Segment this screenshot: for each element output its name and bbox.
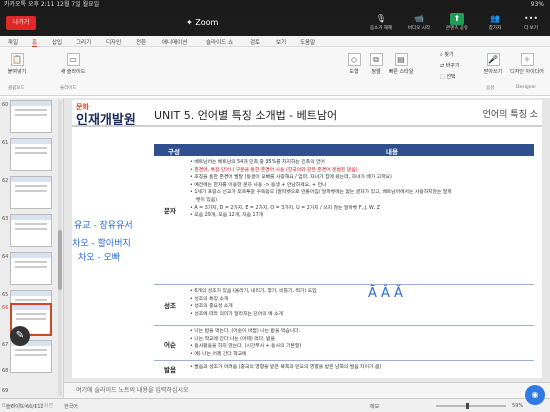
group-voice: 음성	[486, 86, 495, 91]
participants-icon: 👥	[490, 14, 500, 23]
row-label: 문자	[164, 207, 176, 215]
shapes-icon: ◇	[347, 53, 361, 66]
shapes-button[interactable]: ◇ 도형	[344, 53, 364, 75]
ink-accents: Ā Â Ă	[368, 286, 403, 301]
group-clipboard: 클립보드	[8, 86, 25, 91]
tab-help[interactable]: 도움말	[300, 38, 315, 46]
participants-button[interactable]: 👥 참가자	[478, 13, 512, 35]
microphone-icon: 🎤	[486, 53, 500, 66]
new-slide-button[interactable]: ▭ 새 슬라이드	[56, 53, 90, 75]
slide-thumbnail[interactable]	[10, 214, 52, 247]
tab-insert[interactable]: 삽입	[52, 38, 62, 46]
group-designer: Designer	[516, 85, 537, 90]
share-content-button[interactable]: ⬆ 콘텐츠 공유	[440, 13, 474, 35]
battery-level: 93%	[530, 1, 544, 8]
thumbnails-scrollbar[interactable]	[58, 100, 62, 396]
slide-thumbnail[interactable]	[10, 138, 52, 171]
tab-transitions[interactable]: 전환	[136, 38, 146, 46]
ribbon: 📋 붙여넣기 ▭ 새 슬라이드 ◇ 도형 ⧉ 정렬 ▤ 빠른 스타일 ⌕ 찾기 ⇄ 바꾸기…	[0, 47, 550, 96]
unmute-button[interactable]: 🎙 음소거 해제	[364, 13, 398, 35]
tab-home[interactable]: 홈	[32, 38, 38, 47]
screen-owner-label: Bizalk Teacher의 화면	[2, 403, 54, 409]
row-label: 발음	[164, 366, 176, 374]
pencil-icon[interactable]: ✎	[10, 326, 30, 346]
leave-button[interactable]: 나가기	[6, 16, 36, 30]
tab-view[interactable]: 보기	[276, 38, 286, 46]
ppt-status-bar: 슬라이드 66/112 한국어 메모 59%	[0, 398, 550, 412]
zoom-title: ✦ Zoom	[186, 18, 219, 27]
tab-review[interactable]: 검토	[250, 38, 260, 46]
clipboard-icon: 📋	[10, 53, 24, 66]
tab-draw[interactable]: 그리기	[76, 38, 91, 46]
find-button[interactable]: ⌕ 찾기	[440, 51, 470, 58]
table-row: 어순 나는 밥을 먹는다. (어순이 바뀜) 나는 밥을 먹습니다. 나는 학교…	[154, 327, 534, 361]
language-status: 한국어	[64, 404, 78, 410]
status-time: 카카오톡 오후 2:11 12월 7일 월요일	[4, 1, 100, 8]
arrange-icon: ⧉	[369, 53, 383, 66]
mic-muted-icon: 🎙	[375, 14, 387, 23]
zoom-slider[interactable]	[436, 403, 506, 409]
device-status-bar: 카카오톡 오후 2:11 12월 7일 월요일 93%	[0, 0, 550, 10]
slide[interactable]: 문화 인재개발원 UNIT 5. 언어별 특징 소개법 - 베트남어 언어의 특…	[72, 100, 542, 378]
new-slide-icon: ▭	[66, 53, 80, 66]
zoom-logo-icon: ✦	[186, 18, 196, 27]
table-header: 구성 내용	[154, 144, 534, 156]
slide-thumbnail[interactable]	[10, 252, 52, 285]
start-video-button[interactable]: 📹 비디오 시작	[402, 13, 436, 35]
tab-design[interactable]: 디자인	[106, 38, 121, 46]
zoom-level: 59%	[512, 403, 524, 409]
paste-button[interactable]: 📋 붙여넣기	[4, 53, 30, 75]
tab-file[interactable]: 파일	[8, 38, 18, 46]
row-label: 성조	[164, 302, 176, 310]
more-button[interactable]: ••• 더 보기	[514, 13, 548, 35]
design-ideas-button[interactable]: ✧ 디자인 아이디어	[510, 53, 544, 75]
share-icon: ⬆	[450, 13, 464, 25]
tab-slideshow[interactable]: 슬라이드 쇼	[206, 38, 233, 46]
slide-thumbnails-pane: 60 61 62 63 64 65 66 67 68 69	[0, 98, 64, 398]
ribbon-tabs: 파일 홈 삽입 그리기 디자인 전환 애니메이션 슬라이드 쇼 검토 보기 도움…	[0, 36, 550, 47]
replace-button[interactable]: ⇄ 바꾸기	[440, 62, 470, 69]
powerpoint-window: 파일 홈 삽입 그리기 디자인 전환 애니메이션 슬라이드 쇼 검토 보기 도움…	[0, 36, 550, 412]
slide-title-right: 언어의 특징 소	[482, 110, 538, 120]
group-slides: 슬라이드	[60, 86, 77, 91]
table-row: 문자 베트남어는 베트남의 54개 민족 중 95%를 차지하는 킨족의 언어 …	[154, 157, 534, 285]
row-label: 어순	[164, 341, 176, 349]
dictate-button[interactable]: 🎤 받아쓰기	[480, 53, 506, 75]
ink-note-3: 차오 - 오빠	[78, 253, 121, 263]
notes-toggle[interactable]: 메모	[370, 403, 379, 410]
styles-icon: ▤	[394, 53, 408, 66]
slide-thumbnail[interactable]	[10, 100, 52, 133]
notes-pane[interactable]: 여기에 슬라이드 노트의 내용을 입력하십시오	[64, 382, 550, 398]
ink-note-1: 유교 - 장유유서	[74, 221, 133, 231]
slide-title: UNIT 5. 언어별 특징 소개법 - 베트남어	[154, 109, 338, 122]
zoom-toolbar: 나가기 ✦ Zoom 🎙 음소거 해제 📹 비디오 시작 ⬆ 콘텐츠 공유 👥 …	[0, 10, 550, 36]
slide-thumbnail[interactable]	[10, 176, 52, 209]
quick-styles-button[interactable]: ▤ 빠른 스타일	[388, 53, 414, 75]
table-row: 발음 발음과 성조가 어려움 (중국의 영향을 받은 북쪽과 민도의 영향을 받…	[154, 362, 534, 376]
ink-note-2: - 차오 - 할아버지	[72, 239, 131, 249]
video-off-icon: 📹	[414, 14, 424, 23]
more-icon: •••	[523, 14, 539, 23]
floating-action-button[interactable]: ◉	[525, 385, 545, 405]
arrange-button[interactable]: ⧉ 정렬	[366, 53, 386, 75]
designer-icon: ✧	[520, 53, 534, 66]
table-row: 성조 6개의 성조가 있음 (올리기, 내리기, 꺾기, 비틀기, 찍기) 도입…	[154, 286, 534, 326]
title-divider	[72, 125, 542, 127]
tab-animations[interactable]: 애니메이션	[162, 38, 187, 46]
select-button[interactable]: ⬚ 선택	[440, 73, 470, 80]
